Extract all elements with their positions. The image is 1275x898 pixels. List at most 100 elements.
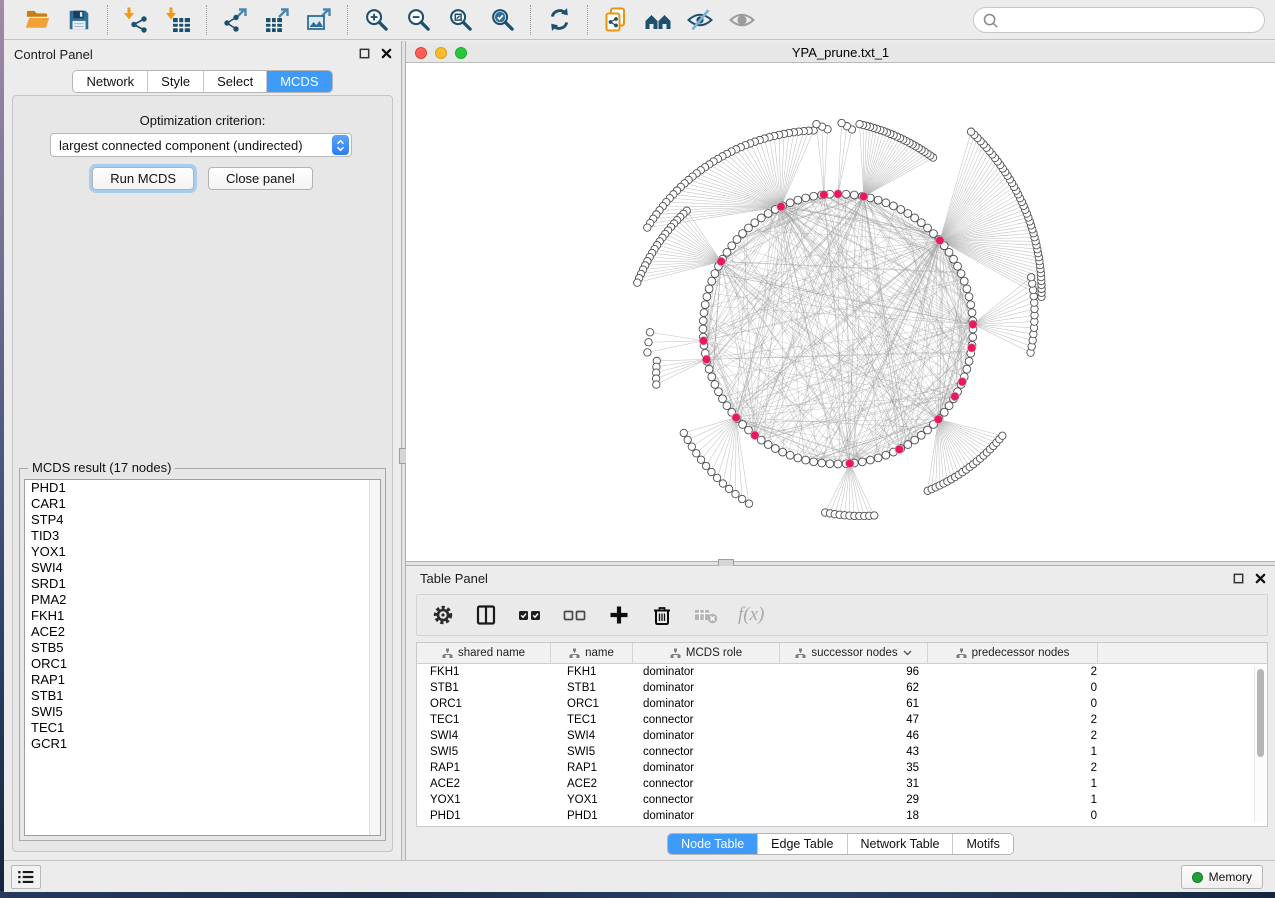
refresh-button[interactable] [543, 4, 575, 36]
network-node[interactable] [874, 454, 882, 462]
search-field[interactable] [973, 7, 1265, 33]
network-node[interactable] [940, 408, 948, 416]
network-node[interactable] [874, 196, 882, 204]
network-node[interactable] [802, 456, 810, 464]
network-node[interactable] [954, 262, 962, 270]
network-node[interactable] [786, 451, 794, 459]
network-leaf-node[interactable] [967, 128, 974, 135]
open-button[interactable] [21, 4, 53, 36]
network-node[interactable] [945, 248, 953, 256]
list-item[interactable]: STB5 [25, 640, 380, 656]
network-node[interactable] [967, 301, 975, 309]
optimization-criterion-select[interactable]: largest connected component (undirected) [50, 133, 352, 157]
network-node[interactable] [771, 445, 779, 453]
column-header-MCDS-role[interactable]: MCDS role [633, 643, 780, 663]
close-panel-button[interactable]: Close panel [208, 167, 313, 190]
function-builder-icon[interactable]: f(x) [738, 604, 764, 626]
list-item[interactable]: PMA2 [25, 592, 380, 608]
tab-mcds[interactable]: MCDS [267, 71, 331, 92]
network-node[interactable] [882, 451, 890, 459]
mcds-hub-node[interactable] [951, 392, 960, 401]
run-mcds-button[interactable]: Run MCDS [92, 167, 194, 190]
list-item[interactable]: CAR1 [25, 496, 380, 512]
network-leaf-node[interactable] [634, 279, 641, 286]
network-node[interactable] [794, 196, 802, 204]
list-item[interactable]: TEC1 [25, 720, 380, 736]
network-node[interactable] [711, 381, 719, 389]
mcds-hub-node[interactable] [967, 343, 976, 352]
network-node[interactable] [728, 242, 736, 250]
network-leaf-node[interactable] [713, 474, 720, 481]
network-leaf-node[interactable] [871, 512, 878, 519]
zoom-out-button[interactable] [402, 4, 434, 36]
deselect-all-icon[interactable] [562, 603, 588, 627]
network-leaf-node[interactable] [745, 500, 752, 507]
network-leaf-node[interactable] [738, 495, 745, 502]
mcds-hub-node[interactable] [699, 336, 708, 345]
network-node[interactable] [703, 293, 711, 301]
mcds-hub-node[interactable] [702, 355, 711, 364]
list-item[interactable]: YOX1 [25, 544, 380, 560]
column-header-successor-nodes[interactable]: successor nodes [780, 643, 928, 663]
network-leaf-node[interactable] [644, 224, 651, 231]
network-node[interactable] [897, 206, 905, 214]
network-node[interactable] [708, 373, 716, 381]
tab-style[interactable]: Style [148, 71, 204, 92]
network-node[interactable] [842, 190, 850, 198]
mcds-hub-node[interactable] [845, 459, 854, 468]
network-node[interactable] [708, 277, 716, 285]
mcds-hub-node[interactable] [717, 257, 726, 266]
list-item[interactable]: TID3 [25, 528, 380, 544]
float-icon[interactable] [1232, 572, 1245, 585]
network-leaf-node[interactable] [646, 329, 653, 336]
mcds-hub-node[interactable] [936, 236, 945, 245]
list-item[interactable]: GCR1 [25, 736, 380, 752]
network-node[interactable] [904, 210, 912, 218]
network-node[interactable] [963, 285, 971, 293]
zoom-in-button[interactable] [360, 4, 392, 36]
network-leaf-node[interactable] [732, 490, 739, 497]
delete-trash-icon[interactable] [650, 603, 674, 627]
network-node[interactable] [945, 402, 953, 410]
hide-selected-button[interactable] [684, 4, 716, 36]
network-node[interactable] [701, 301, 709, 309]
network-node[interactable] [850, 191, 858, 199]
network-node[interactable] [826, 460, 834, 468]
mcds-result-scrollbar[interactable] [369, 480, 380, 835]
network-node[interactable] [968, 309, 976, 317]
network-node[interactable] [904, 441, 912, 449]
network-node[interactable] [764, 441, 772, 449]
table-row[interactable]: TEC1TEC1connector472 [417, 712, 1267, 728]
table-row[interactable]: ACE2ACE2connector311 [417, 776, 1267, 792]
network-leaf-node[interactable] [697, 456, 704, 463]
mcds-hub-node[interactable] [820, 190, 829, 199]
search-input[interactable] [1004, 13, 1256, 28]
network-leaf-node[interactable] [719, 480, 726, 487]
network-leaf-node[interactable] [813, 120, 820, 127]
mcds-hub-node[interactable] [934, 415, 943, 424]
table-row[interactable]: STB1STB1dominator620 [417, 680, 1267, 696]
task-history-button[interactable] [11, 865, 41, 889]
network-leaf-node[interactable] [702, 462, 709, 469]
memory-button[interactable]: Memory [1181, 865, 1263, 889]
tab-network-table[interactable]: Network Table [848, 834, 954, 854]
mcds-hub-node[interactable] [895, 445, 904, 454]
network-node[interactable] [764, 210, 772, 218]
network-node[interactable] [810, 192, 818, 200]
list-item[interactable]: PHD1 [25, 480, 380, 496]
zoom-selected-button[interactable] [486, 4, 518, 36]
column-header-name[interactable]: name [551, 643, 633, 663]
network-node[interactable] [950, 255, 958, 263]
network-node[interactable] [969, 333, 977, 341]
close-icon[interactable] [380, 47, 393, 60]
network-node[interactable] [957, 270, 965, 278]
mcds-hub-node[interactable] [958, 377, 967, 386]
table-row[interactable]: SWI4SWI4dominator462 [417, 728, 1267, 744]
show-all-button[interactable] [726, 4, 758, 36]
mcds-result-list[interactable]: PHD1CAR1STP4TID3YOX1SWI4SRD1PMA2FKH1ACE2… [24, 479, 381, 836]
table-scrollbar[interactable] [1254, 666, 1265, 822]
tab-select[interactable]: Select [204, 71, 267, 92]
network-canvas[interactable] [406, 63, 1275, 561]
network-node[interactable] [699, 325, 707, 333]
network-leaf-node[interactable] [708, 468, 715, 475]
